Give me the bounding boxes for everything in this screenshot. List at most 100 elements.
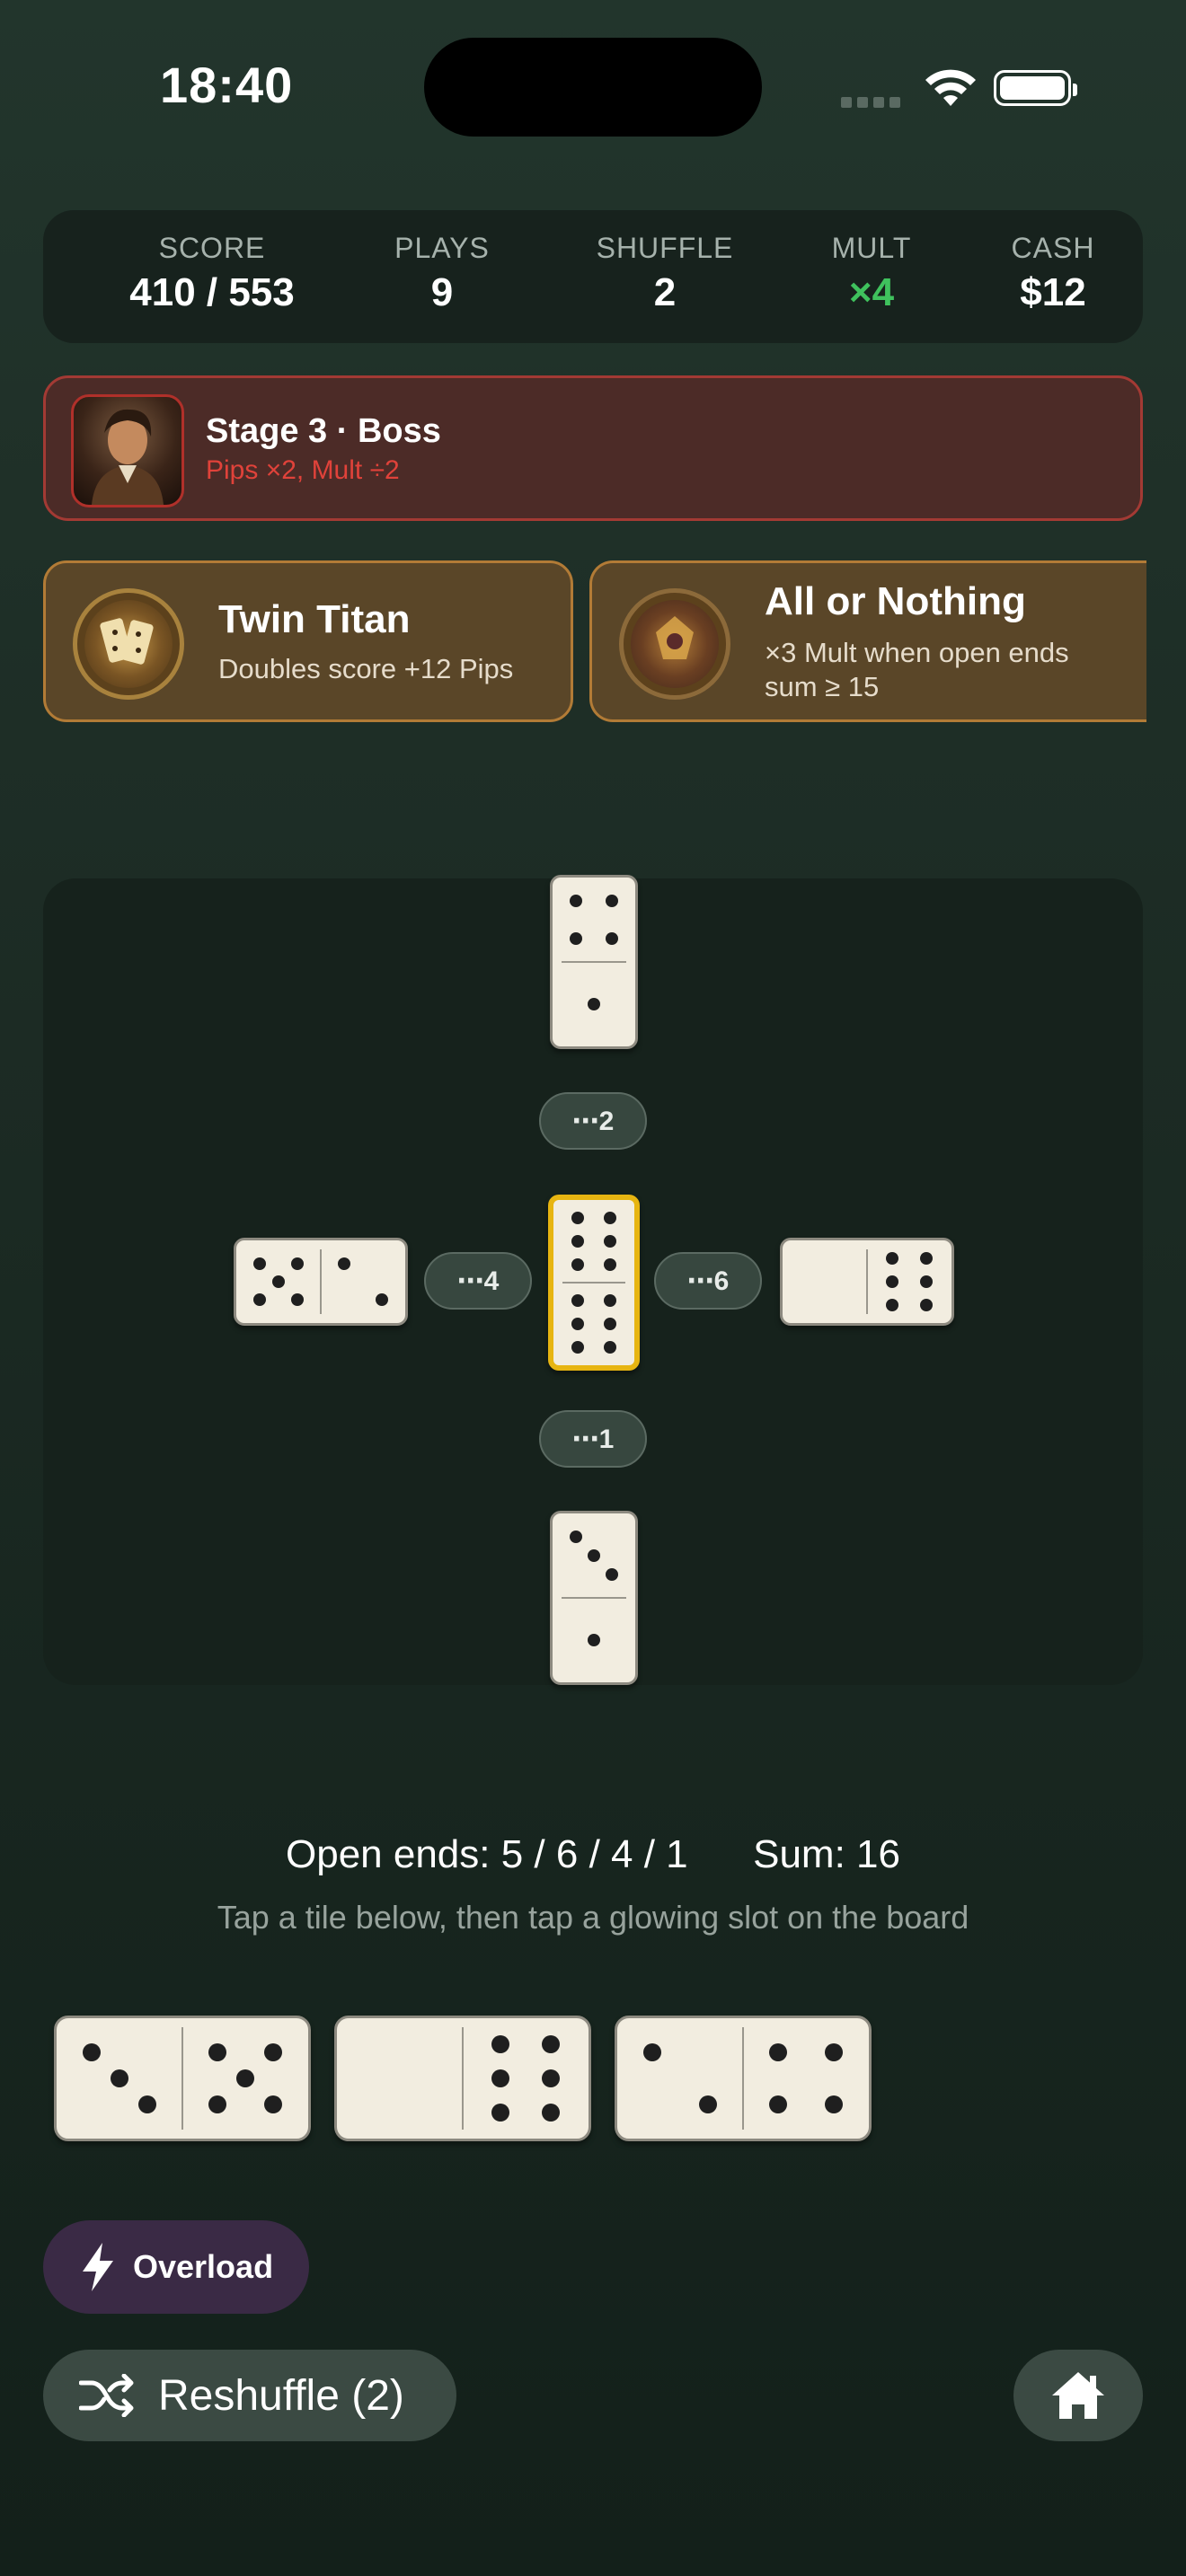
hint-text: Tap a tile below, then tap a glowing slo…	[217, 1899, 969, 1936]
domino-pip	[604, 1212, 616, 1225]
joker-card-all-or-nothing[interactable]: All or Nothing ×3 Mult when open ends su…	[589, 560, 1146, 722]
reshuffle-label: Reshuffle (2)	[158, 2371, 404, 2420]
stat-value: ×4	[848, 270, 895, 314]
domino-pip	[604, 1318, 616, 1330]
stat-value: 9	[430, 270, 454, 314]
domino-half	[553, 1598, 635, 1682]
joker-coin-icon	[619, 588, 730, 700]
domino-pip	[491, 2103, 509, 2122]
hand-tile[interactable]	[54, 2016, 311, 2141]
stat-value: $12	[1020, 270, 1086, 314]
domino-pip	[542, 2069, 560, 2087]
boss-effect: Pips ×2, Mult ÷2	[206, 455, 400, 485]
stat-mult: MULT ×4	[782, 232, 961, 315]
domino-pip	[208, 2095, 227, 2114]
domino-pip	[375, 1293, 388, 1307]
boss-title: Stage 3 · Boss	[206, 412, 441, 450]
domino-pip	[604, 1340, 616, 1354]
domino-pip	[542, 2103, 560, 2122]
hand-tile[interactable]	[334, 2016, 591, 2141]
domino-pip	[290, 1257, 304, 1270]
domino-pip	[571, 1318, 584, 1330]
joker-card-twin-titan[interactable]: Twin Titan Doubles score +12 Pips	[43, 560, 573, 722]
domino-half	[553, 1513, 635, 1598]
domino-pip	[263, 2095, 282, 2114]
stat-plays: PLAYS 9	[352, 232, 532, 315]
domino-pip	[588, 998, 600, 1010]
domino-pip	[588, 1549, 600, 1562]
domino-half	[867, 1240, 951, 1323]
sum-text: Sum: 16	[753, 1832, 900, 1876]
domino-pip	[571, 1212, 584, 1225]
slot-top[interactable]: ⋯2	[539, 1092, 647, 1150]
domino-pip	[919, 1252, 933, 1266]
domino-half	[553, 1200, 634, 1283]
domino-pip	[919, 1275, 933, 1288]
domino-pip	[571, 1235, 584, 1248]
domino-half	[57, 2018, 182, 2139]
joker-desc: ×3 Mult when open ends	[765, 637, 1069, 668]
home-button[interactable]	[1013, 2350, 1143, 2441]
domino-pip	[606, 931, 619, 945]
stats-bar: SCORE 410 / 553 PLAYS 9 SHUFFLE 2 MULT ×…	[43, 210, 1143, 343]
status-icons	[841, 65, 1078, 110]
boss-portrait-image	[92, 409, 164, 505]
domino-half	[743, 2018, 869, 2139]
domino-half	[553, 878, 635, 962]
domino-pip	[569, 931, 582, 945]
domino-pip	[272, 1275, 285, 1288]
slot-bottom[interactable]: ⋯1	[539, 1410, 647, 1468]
slot-left[interactable]: ⋯4	[424, 1252, 532, 1310]
domino-pip	[886, 1275, 899, 1288]
domino-pip	[571, 1294, 584, 1308]
domino-pip	[604, 1294, 616, 1308]
stat-label: MULT	[831, 232, 912, 264]
status-time: 18:40	[160, 57, 294, 113]
board-tile-left	[234, 1238, 408, 1326]
home-icon	[1052, 2372, 1104, 2419]
stat-value: 2	[653, 270, 677, 314]
board-tile-center	[548, 1195, 640, 1371]
domino-pip	[824, 2095, 843, 2114]
domino-pip	[290, 1293, 304, 1307]
domino-half	[463, 2018, 589, 2139]
domino-pip	[569, 1531, 582, 1544]
boss-banner[interactable]: Stage 3 · Boss Pips ×2, Mult ÷2	[43, 375, 1143, 521]
stat-value: 410 / 553	[129, 270, 295, 314]
stat-label: PLAYS	[394, 232, 490, 264]
domino-pip	[698, 2095, 717, 2114]
domino-pip	[886, 1252, 899, 1266]
board-tile-top	[550, 875, 638, 1049]
stat-cash: CASH $12	[985, 232, 1121, 315]
domino-pip	[886, 1298, 899, 1311]
reshuffle-button[interactable]: Reshuffle (2)	[43, 2350, 456, 2441]
domino-pip	[604, 1235, 616, 1248]
domino-pip	[338, 1257, 351, 1270]
shuffle-icon	[79, 2374, 134, 2417]
domino-half	[553, 1283, 634, 1365]
overload-label: Overload	[133, 2248, 274, 2285]
joker-name: All or Nothing	[765, 579, 1026, 623]
slot-right[interactable]: ⋯6	[654, 1252, 762, 1310]
domino-pip	[643, 2042, 662, 2061]
domino-half	[553, 962, 635, 1046]
open-ends-text: Open ends: 5 / 6 / 4 / 1	[286, 1832, 688, 1876]
stat-label: SCORE	[158, 232, 266, 264]
hand-tile[interactable]	[615, 2016, 872, 2141]
stat-score: SCORE 410 / 553	[77, 232, 347, 315]
domino-pip	[569, 895, 582, 908]
lightning-icon	[83, 2243, 113, 2291]
crest-emblem-icon	[656, 616, 694, 659]
game-board: ⋯2 ⋯4 ⋯6 ⋯1	[43, 875, 1143, 1685]
domino-pip	[491, 2035, 509, 2054]
overload-button[interactable]: Overload	[43, 2220, 309, 2314]
domino-pip	[571, 1257, 584, 1271]
stat-label: SHUFFLE	[596, 232, 734, 264]
wifi-icon	[925, 69, 976, 106]
joker-name: Twin Titan	[218, 597, 411, 641]
joker-desc: Doubles score +12 Pips	[218, 653, 514, 684]
domino-pip	[919, 1298, 933, 1311]
domino-half	[617, 2018, 743, 2139]
domino-pip	[769, 2095, 788, 2114]
domino-pip	[588, 1634, 600, 1646]
